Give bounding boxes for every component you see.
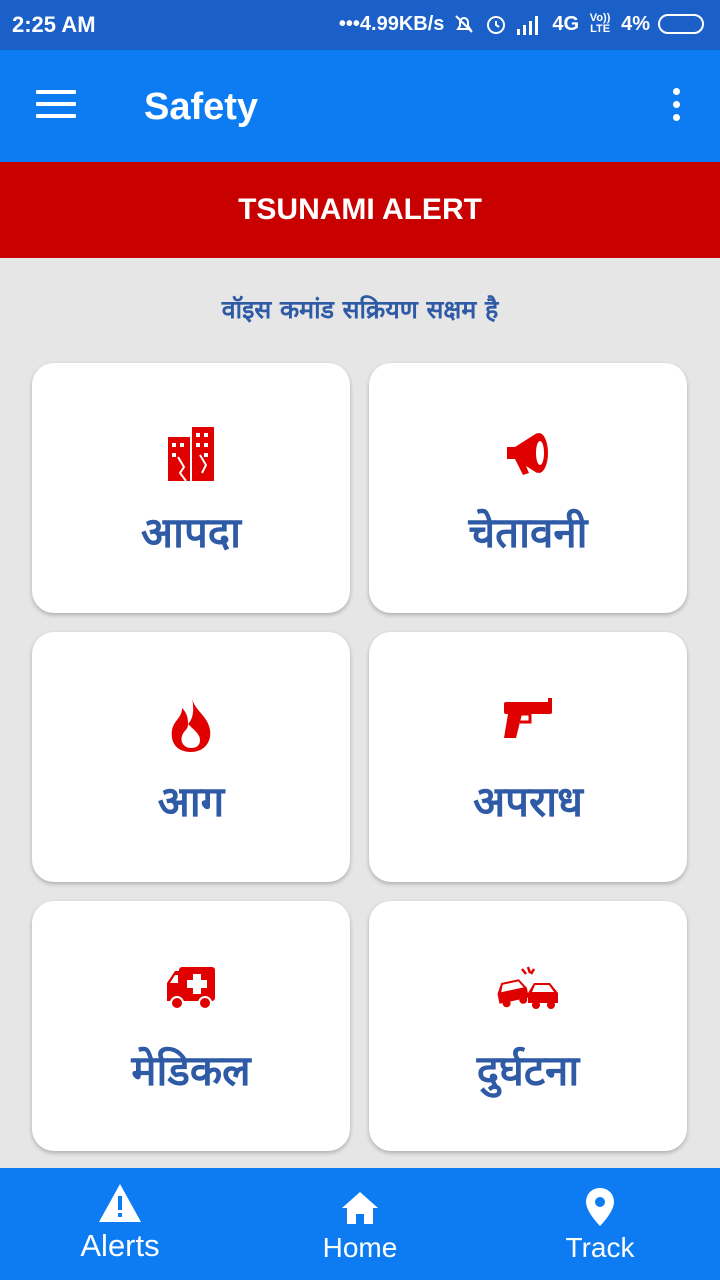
gun-icon <box>504 698 552 738</box>
nav-label: Home <box>322 1232 398 1263</box>
category-card-accident[interactable]: दुर्घटना <box>369 901 687 1151</box>
category-label: आग <box>157 777 225 826</box>
category-label: दुर्घटना <box>476 1046 580 1095</box>
status-bar: 2:25 AM •••4.99KB/s 4G Vo)) LTE 4% <box>0 0 720 50</box>
nav-home[interactable]: Home <box>240 1168 480 1280</box>
voice-command-status: वॉइस कमांड सक्रियण सक्षम है <box>221 295 499 324</box>
more-vertical-icon[interactable] <box>670 88 682 126</box>
status-icons: •••4.99KB/s 4G Vo)) LTE 4% <box>339 12 708 36</box>
alarm-clock-icon <box>487 16 506 34</box>
nav-track[interactable]: Track <box>480 1168 720 1280</box>
app-title: Safety <box>144 86 259 128</box>
status-time: 2:25 AM <box>12 12 96 37</box>
category-card-fire[interactable]: आग <box>32 632 350 882</box>
category-card-medical[interactable]: मेडिकल <box>32 901 350 1151</box>
car-crash-icon <box>497 966 558 1009</box>
nav-label: Alerts <box>80 1228 160 1263</box>
category-label: आपदा <box>141 508 241 557</box>
megaphone-icon <box>507 433 548 475</box>
network-type: 4G <box>552 12 580 35</box>
volte-indicator: Vo)) LTE <box>589 12 611 35</box>
battery-icon <box>658 14 704 34</box>
muted-bell-icon <box>455 15 474 33</box>
fire-icon <box>171 698 211 752</box>
nav-alerts[interactable]: Alerts <box>0 1168 240 1280</box>
ambulance-icon <box>167 967 215 1010</box>
signal-bars-icon <box>517 16 539 35</box>
alert-banner-text: TSUNAMI ALERT <box>238 193 482 226</box>
category-label: अपराध <box>473 777 583 826</box>
category-label: मेडिकल <box>131 1046 251 1095</box>
location-pin-icon <box>586 1188 614 1226</box>
category-card-warning[interactable]: चेतावनी <box>369 363 687 613</box>
warning-icon <box>99 1184 141 1222</box>
category-label: चेतावनी <box>468 508 588 557</box>
home-icon <box>342 1192 378 1224</box>
collapsed-building-icon <box>168 427 214 481</box>
nav-label: Track <box>565 1232 635 1263</box>
category-card-disaster[interactable]: आपदा <box>32 363 350 613</box>
app-bar: Safety <box>0 50 720 162</box>
battery-percent: 4% <box>621 12 650 35</box>
hamburger-menu-icon[interactable] <box>36 90 76 122</box>
category-card-crime[interactable]: अपराध <box>369 632 687 882</box>
bottom-navigation: Alerts Home Track <box>0 1168 720 1280</box>
tsunami-alert-banner[interactable]: TSUNAMI ALERT <box>0 162 720 258</box>
network-speed: •••4.99KB/s <box>338 12 445 35</box>
